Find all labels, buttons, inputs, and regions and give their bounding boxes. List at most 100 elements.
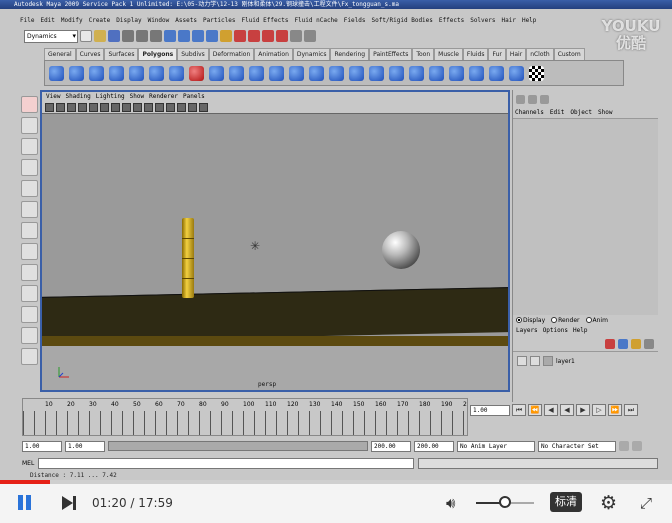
resolution-gate-icon[interactable] xyxy=(111,103,120,112)
shadows-icon[interactable] xyxy=(177,103,186,112)
go-to-end-button[interactable]: ⏭ xyxy=(624,404,638,416)
new-scene-icon[interactable] xyxy=(80,30,92,42)
select-hierarchy-icon[interactable] xyxy=(122,30,134,42)
shelf-tab-dynamics[interactable]: Dynamics xyxy=(292,48,331,60)
cylindrical-mapping-icon[interactable] xyxy=(449,65,464,81)
fullscreen-icon[interactable]: ⤢ xyxy=(640,493,660,513)
layer-mode-render[interactable]: Render xyxy=(551,315,580,326)
empty-layer-icon[interactable] xyxy=(644,338,654,349)
render-icon[interactable] xyxy=(234,30,246,42)
new-layer-icon[interactable] xyxy=(605,338,615,349)
film-gate-icon[interactable] xyxy=(100,103,109,112)
menu-effects[interactable]: Effects xyxy=(439,17,464,24)
menu-create[interactable]: Create xyxy=(89,17,111,24)
snap-point-icon[interactable] xyxy=(192,30,204,42)
panel-menu-lighting[interactable]: Lighting xyxy=(96,93,125,100)
poly-plane-icon[interactable] xyxy=(129,65,144,81)
save-scene-icon[interactable] xyxy=(108,30,120,42)
menu-soft-rigid-bodies[interactable]: Soft/Rigid Bodies xyxy=(371,17,432,24)
scale-tool-icon[interactable] xyxy=(20,201,38,218)
shelf-tab-surfaces[interactable]: Surfaces xyxy=(104,48,139,60)
soft-mod-tool-icon[interactable] xyxy=(20,243,38,260)
attribute-editor-icon[interactable] xyxy=(540,94,549,104)
select-object-icon[interactable] xyxy=(136,30,148,42)
step-back-button[interactable]: ⏪ xyxy=(528,404,542,416)
start-time-field[interactable]: 1.00 xyxy=(22,440,62,452)
perspective-panel[interactable]: View Shading Lighting Show Renderer Panels xyxy=(40,90,510,392)
layer-display-type-toggle[interactable] xyxy=(530,356,540,366)
lasso-tool-icon[interactable] xyxy=(20,117,38,134)
snap-surface-icon[interactable] xyxy=(206,30,218,42)
command-input[interactable] xyxy=(38,457,414,469)
isolate-select-icon[interactable] xyxy=(199,103,208,112)
planar-mapping-icon[interactable] xyxy=(429,65,444,81)
rotate-tool-icon[interactable] xyxy=(20,180,38,197)
hypershade-icon[interactable] xyxy=(276,30,288,42)
poly-cylinder-icon[interactable] xyxy=(89,65,104,81)
snap-curve-icon[interactable] xyxy=(178,30,190,42)
outliner-layout-icon[interactable] xyxy=(20,348,38,365)
split-polygon-icon[interactable] xyxy=(369,65,384,81)
poly-cube-icon[interactable] xyxy=(69,65,84,81)
current-frame-field[interactable]: 1.00 xyxy=(470,404,510,416)
layer-menu-options[interactable]: Options xyxy=(543,327,568,334)
end-time-field[interactable]: 200.00 xyxy=(414,440,454,452)
smooth-shade-icon[interactable] xyxy=(144,103,153,112)
automatic-mapping-icon[interactable] xyxy=(489,65,504,81)
progress-bar[interactable] xyxy=(0,480,672,484)
pause-button[interactable] xyxy=(16,494,34,512)
key-icon[interactable] xyxy=(619,441,629,451)
playback-end-field[interactable]: 200.00 xyxy=(371,440,411,452)
camera-attributes-icon[interactable] xyxy=(56,103,65,112)
mirror-geometry-icon[interactable] xyxy=(269,65,284,81)
panel-menu-show[interactable]: Show xyxy=(130,93,144,100)
layer-options-icon[interactable] xyxy=(631,338,641,349)
shelf-tab-subdivs[interactable]: Subdivs xyxy=(177,48,209,60)
last-tool-icon[interactable] xyxy=(20,285,38,302)
play-forwards-button[interactable]: ▶ xyxy=(576,404,590,416)
panel-menu-panels[interactable]: Panels xyxy=(183,93,205,100)
shelf-tab-rendering[interactable]: Rendering xyxy=(330,48,370,60)
menu-fluid-ncache[interactable]: Fluid nCache xyxy=(294,17,337,24)
menu-edit[interactable]: Edit xyxy=(40,17,54,24)
layer-menu-help[interactable]: Help xyxy=(573,327,587,334)
shelf-tab-animation[interactable]: Animation xyxy=(254,48,293,60)
shelf-tab-fluids[interactable]: Fluids xyxy=(462,48,489,60)
channel-menu-channels[interactable]: Channels xyxy=(515,109,544,116)
step-forward-button[interactable]: ⏩ xyxy=(608,404,622,416)
time-slider[interactable]: 10 20 30 40 50 60 70 80 90 100 110 120 130 140 150 160 1… xyxy=(22,398,469,436)
menu-help[interactable]: Help xyxy=(522,17,536,24)
character-set-dropdown[interactable]: No Character Set xyxy=(538,440,616,452)
shelf-tab-muscle[interactable]: Muscle xyxy=(434,48,463,60)
use-all-lights-icon[interactable] xyxy=(166,103,175,112)
manipulator-tool-icon[interactable] xyxy=(20,222,38,239)
time-slider-track[interactable] xyxy=(23,411,469,435)
layer-editor-icon[interactable] xyxy=(528,94,537,104)
attribute-editor-toggle-icon[interactable] xyxy=(304,30,316,42)
checker-icon[interactable] xyxy=(529,65,544,81)
combine-icon[interactable] xyxy=(189,65,204,81)
separate-icon[interactable] xyxy=(209,65,224,81)
volume-knob[interactable] xyxy=(499,496,511,508)
layer-color-swatch[interactable] xyxy=(543,356,553,366)
four-view-layout-icon[interactable] xyxy=(20,327,38,344)
bridge-icon[interactable] xyxy=(329,65,344,81)
channel-menu-edit[interactable]: Edit xyxy=(550,109,564,116)
new-layer-selected-icon[interactable] xyxy=(618,338,628,349)
menu-assets[interactable]: Assets xyxy=(175,17,197,24)
ipr-render-icon[interactable] xyxy=(248,30,260,42)
go-to-start-button[interactable]: ⏮ xyxy=(512,404,526,416)
quality-button[interactable]: 标清 xyxy=(550,492,582,512)
shelf-tab-curves[interactable]: Curves xyxy=(75,48,105,60)
textured-icon[interactable] xyxy=(155,103,164,112)
panel-menu-shading[interactable]: Shading xyxy=(65,93,90,100)
smooth-icon[interactable] xyxy=(249,65,264,81)
settings-gear-icon[interactable]: ⚙ xyxy=(600,492,622,514)
select-tool-icon[interactable] xyxy=(20,96,38,113)
paint-select-tool-icon[interactable] xyxy=(20,138,38,155)
menu-display[interactable]: Display xyxy=(116,17,141,24)
grid-toggle-icon[interactable] xyxy=(89,103,98,112)
merge-vertices-icon[interactable] xyxy=(409,65,424,81)
viewport-3d[interactable]: ✳ persp xyxy=(42,114,508,390)
command-language-label[interactable]: MEL xyxy=(22,460,34,467)
